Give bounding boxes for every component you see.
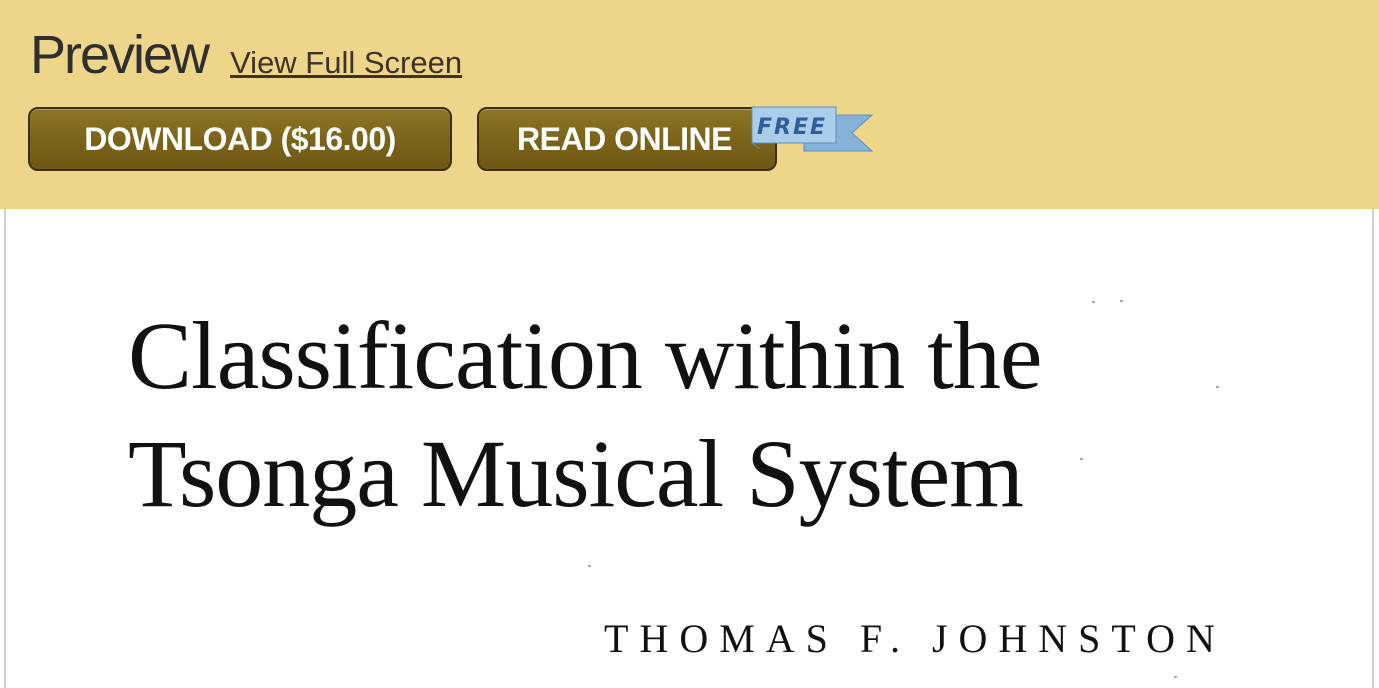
read-online-button-label: READ ONLINE <box>517 120 732 157</box>
article-title-line-2: Tsonga Musical System <box>128 420 1024 527</box>
preview-title: Preview <box>30 25 210 85</box>
scan-speck <box>1216 386 1219 388</box>
header-title-row: Preview View Full Screen <box>30 28 462 82</box>
view-full-screen-link[interactable]: View Full Screen <box>230 45 462 81</box>
article-title-line-1: Classification within the <box>128 302 1043 409</box>
document-page: Classification within the Tsonga Musical… <box>4 209 1374 688</box>
scan-speck <box>588 565 591 567</box>
download-button-label: DOWNLOAD ($16.00) <box>84 120 396 157</box>
scan-speck <box>1092 301 1095 303</box>
free-badge-label: FREE <box>757 115 827 140</box>
download-button[interactable]: DOWNLOAD ($16.00) <box>28 107 452 171</box>
free-ribbon-badge[interactable]: FREE <box>748 103 876 155</box>
scan-speck <box>1120 300 1123 302</box>
read-online-button[interactable]: READ ONLINE <box>477 107 777 171</box>
scan-speck <box>1080 458 1083 460</box>
article-author: THOMAS F. JOHNSTON <box>604 616 1226 661</box>
scan-speck <box>1174 676 1177 678</box>
document-preview-area[interactable]: Classification within the Tsonga Musical… <box>0 209 1379 688</box>
preview-page: Preview View Full Screen DOWNLOAD ($16.0… <box>0 0 1379 688</box>
article-title: Classification within the Tsonga Musical… <box>128 297 1128 533</box>
preview-header: Preview View Full Screen DOWNLOAD ($16.0… <box>0 0 1379 209</box>
ribbon-icon: FREE <box>751 106 874 152</box>
